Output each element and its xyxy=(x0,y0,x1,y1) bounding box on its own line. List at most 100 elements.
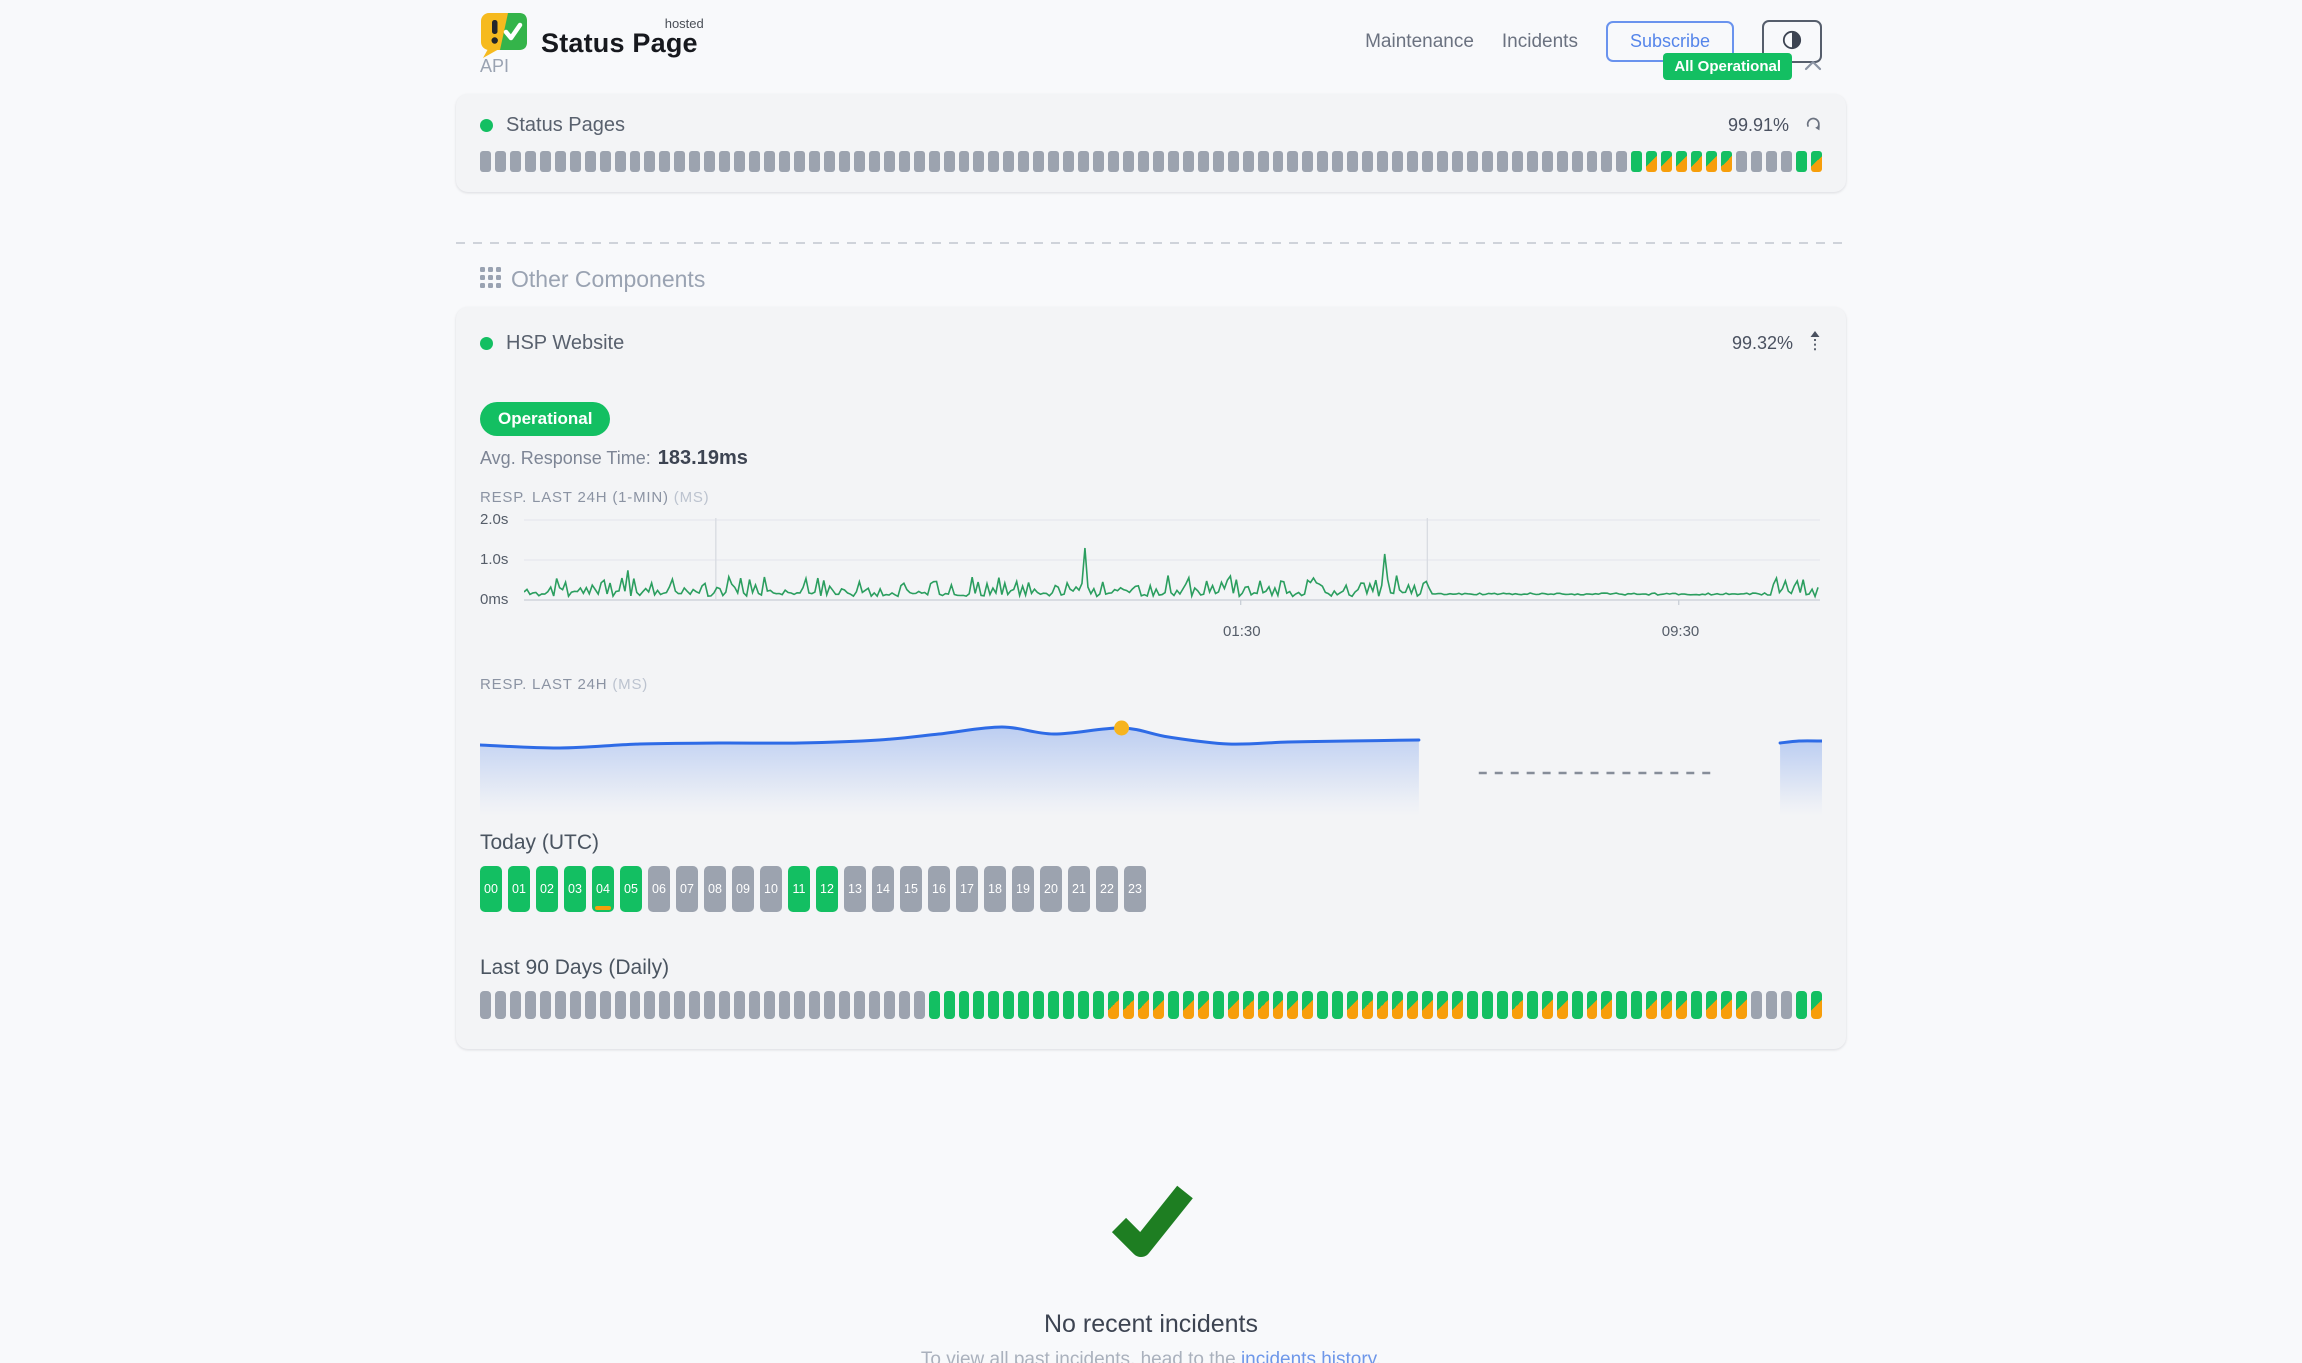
hour-cell-14[interactable]: 14 xyxy=(872,866,894,912)
uptime-bar-operational[interactable] xyxy=(1482,991,1493,1019)
uptime-bar-nodata[interactable] xyxy=(1497,151,1508,172)
uptime-bar-nodata[interactable] xyxy=(1063,151,1074,172)
uptime-bar-nodata[interactable] xyxy=(1781,151,1792,172)
uptime-bar-nodata[interactable] xyxy=(749,151,760,172)
uptime-bar-degraded[interactable] xyxy=(1676,151,1687,172)
uptime-bar-nodata[interactable] xyxy=(779,151,790,172)
uptime-bar-nodata[interactable] xyxy=(884,991,895,1019)
uptime-bar-degraded[interactable] xyxy=(1587,991,1598,1019)
uptime-bar-nodata[interactable] xyxy=(719,991,730,1019)
uptime-bar-nodata[interactable] xyxy=(809,991,820,1019)
uptime-bar-degraded[interactable] xyxy=(1706,991,1717,1019)
uptime-bar-nodata[interactable] xyxy=(854,151,865,172)
uptime-bar-nodata[interactable] xyxy=(854,991,865,1019)
refresh-icon[interactable] xyxy=(1804,115,1822,136)
uptime-bar-nodata[interactable] xyxy=(914,991,925,1019)
today-hour-grid[interactable]: 0001020304050607080910111213141516171819… xyxy=(480,866,1822,912)
uptime-bar-degraded[interactable] xyxy=(1273,991,1284,1019)
uptime-bar-degraded[interactable] xyxy=(1153,991,1164,1019)
uptime-bar-degraded[interactable] xyxy=(1347,991,1358,1019)
uptime-bar-nodata[interactable] xyxy=(1228,151,1239,172)
uptime-bar-operational[interactable] xyxy=(1033,991,1044,1019)
uptime-bar-operational[interactable] xyxy=(1631,151,1642,172)
uptime-bar-nodata[interactable] xyxy=(824,991,835,1019)
hour-cell-04[interactable]: 04 xyxy=(592,866,614,912)
uptime-bar-nodata[interactable] xyxy=(839,991,850,1019)
uptime-bar-nodata[interactable] xyxy=(779,991,790,1019)
hour-cell-07[interactable]: 07 xyxy=(676,866,698,912)
uptime-bar-degraded[interactable] xyxy=(1512,991,1523,1019)
data-point-dot[interactable] xyxy=(1114,721,1129,736)
uptime-bar-nodata[interactable] xyxy=(525,991,536,1019)
uptime-bar-nodata[interactable] xyxy=(555,991,566,1019)
uptime-bar-nodata[interactable] xyxy=(1258,151,1269,172)
uptime-bar-nodata[interactable] xyxy=(824,151,835,172)
uptime-bar-degraded[interactable] xyxy=(1542,991,1553,1019)
uptime-bar-nodata[interactable] xyxy=(1302,151,1313,172)
uptime-bar-nodata[interactable] xyxy=(1736,151,1747,172)
uptime-bar-degraded[interactable] xyxy=(1721,151,1732,172)
uptime-bar-nodata[interactable] xyxy=(1198,151,1209,172)
uptime-bar-nodata[interactable] xyxy=(615,991,626,1019)
uptime-bar-nodata[interactable] xyxy=(734,991,745,1019)
hour-cell-15[interactable]: 15 xyxy=(900,866,922,912)
uptime-bar-nodata[interactable] xyxy=(674,991,685,1019)
uptime-bar-operational[interactable] xyxy=(1063,991,1074,1019)
uptime-bar-nodata[interactable] xyxy=(1287,151,1298,172)
brand[interactable]: hosted Status Page xyxy=(480,12,698,63)
uptime-bar-nodata[interactable] xyxy=(480,151,491,172)
uptime-bar-nodata[interactable] xyxy=(1751,151,1762,172)
response-time-line-chart[interactable]: 2.0s1.0s0ms01:3009:30 xyxy=(480,512,1822,642)
uptime-bar-nodata[interactable] xyxy=(1766,151,1777,172)
uptime-bar-nodata[interactable] xyxy=(570,991,581,1019)
uptime-bar-degraded[interactable] xyxy=(1407,991,1418,1019)
uptime-bar-nodata[interactable] xyxy=(749,991,760,1019)
hour-cell-00[interactable]: 00 xyxy=(480,866,502,912)
uptime-bar-operational[interactable] xyxy=(1527,991,1538,1019)
uptime-bar-degraded[interactable] xyxy=(1123,991,1134,1019)
uptime-bar-nodata[interactable] xyxy=(689,991,700,1019)
uptime-bar-nodata[interactable] xyxy=(600,991,611,1019)
uptime-bar-nodata[interactable] xyxy=(1273,151,1284,172)
hour-cell-23[interactable]: 23 xyxy=(1124,866,1146,912)
hour-cell-18[interactable]: 18 xyxy=(984,866,1006,912)
uptime-bar-nodata[interactable] xyxy=(1362,151,1373,172)
hour-cell-01[interactable]: 01 xyxy=(508,866,530,912)
uptime-bar-operational[interactable] xyxy=(1317,991,1328,1019)
uptime-bar-degraded[interactable] xyxy=(1422,991,1433,1019)
uptime-bar-nodata[interactable] xyxy=(839,151,850,172)
uptime-bar-nodata[interactable] xyxy=(1781,991,1792,1019)
uptime-bar-degraded[interactable] xyxy=(1601,991,1612,1019)
uptime-bar-nodata[interactable] xyxy=(734,151,745,172)
latency-area-chart[interactable] xyxy=(480,701,1822,821)
uptime-bar-nodata[interactable] xyxy=(644,151,655,172)
uptime-bar-nodata[interactable] xyxy=(659,151,670,172)
uptime-bar-degraded[interactable] xyxy=(1452,991,1463,1019)
uptime-bar-nodata[interactable] xyxy=(1616,151,1627,172)
uptime-bar-operational[interactable] xyxy=(1796,991,1807,1019)
uptime-bar-nodata[interactable] xyxy=(1213,151,1224,172)
hour-cell-17[interactable]: 17 xyxy=(956,866,978,912)
uptime-bar-degraded[interactable] xyxy=(1736,991,1747,1019)
uptime-bar-degraded[interactable] xyxy=(1198,991,1209,1019)
uptime-bar-operational[interactable] xyxy=(1018,991,1029,1019)
uptime-bar-nodata[interactable] xyxy=(794,991,805,1019)
incidents-history-link[interactable]: incidents history xyxy=(1241,1349,1376,1363)
nav-incidents[interactable]: Incidents xyxy=(1502,31,1578,53)
uptime-bar-degraded[interactable] xyxy=(1243,991,1254,1019)
uptime-bar-nodata[interactable] xyxy=(1048,151,1059,172)
uptime-bar-nodata[interactable] xyxy=(988,151,999,172)
uptime-bar-nodata[interactable] xyxy=(1452,151,1463,172)
uptime-bar-nodata[interactable] xyxy=(570,151,581,172)
uptime-bar-nodata[interactable] xyxy=(1108,151,1119,172)
hour-cell-21[interactable]: 21 xyxy=(1068,866,1090,912)
hour-cell-12[interactable]: 12 xyxy=(816,866,838,912)
uptime-bar-degraded[interactable] xyxy=(1721,991,1732,1019)
uptime-bar-nodata[interactable] xyxy=(1601,151,1612,172)
uptime-bar-operational[interactable] xyxy=(1332,991,1343,1019)
uptime-bar-operational[interactable] xyxy=(1078,991,1089,1019)
collapse-arrow-icon[interactable] xyxy=(1808,329,1822,358)
hour-cell-08[interactable]: 08 xyxy=(704,866,726,912)
uptime-bar-degraded[interactable] xyxy=(1811,991,1822,1019)
uptime-bar-operational[interactable] xyxy=(988,991,999,1019)
